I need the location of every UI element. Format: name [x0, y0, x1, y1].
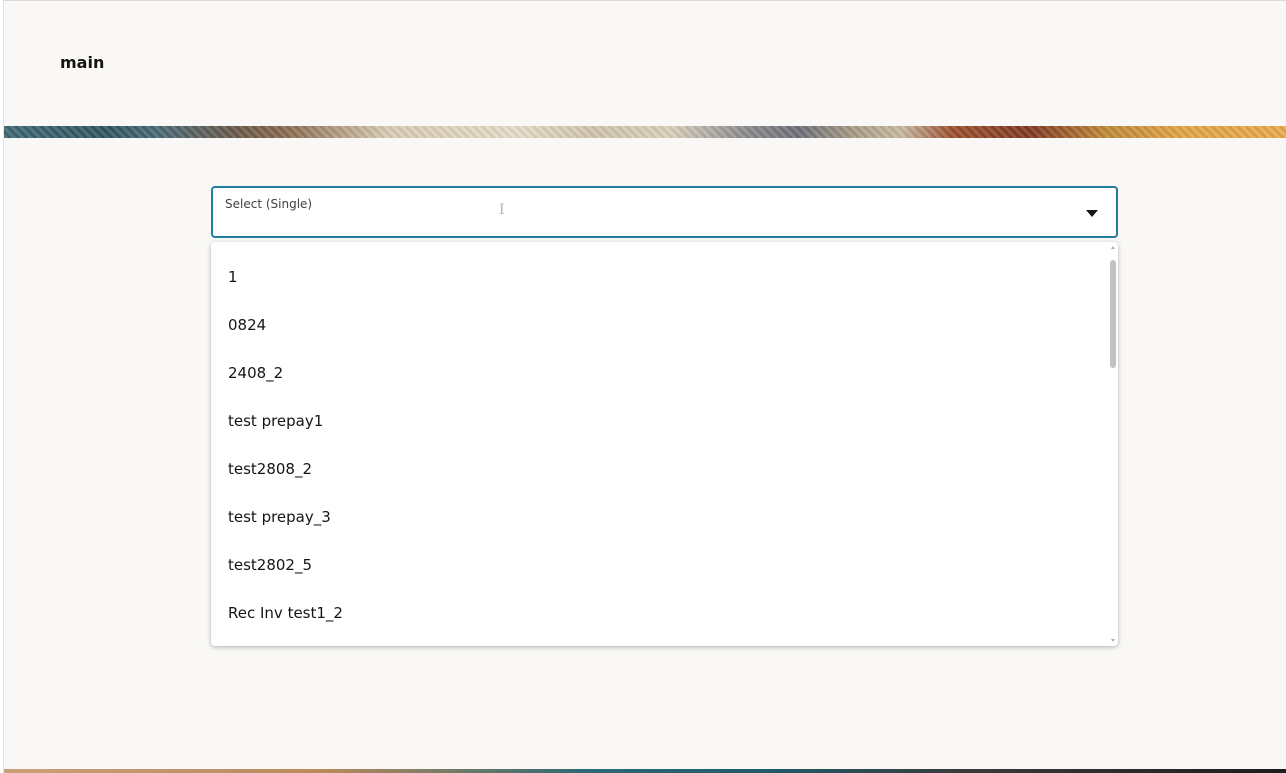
dropdown-option[interactable]: 2408_2 [211, 349, 1106, 397]
decorative-bottom-strip [4, 769, 1286, 773]
scrollbar-thumb[interactable] [1110, 260, 1116, 368]
dropdown-option[interactable]: 0824 [211, 301, 1106, 349]
single-select-field[interactable]: Select (Single) I [211, 186, 1118, 238]
text-cursor-icon: I [499, 202, 505, 218]
listbox-scrollbar[interactable] [1109, 246, 1117, 642]
dropdown-option[interactable]: test prepay1 [211, 397, 1106, 445]
page-title: main [60, 53, 105, 72]
dropdown-listbox: 1 0824 2408_2 test prepay1 test2808_2 te… [211, 242, 1118, 646]
dropdown-option[interactable]: Rec Inv test1_2 [211, 589, 1106, 637]
caret-down-icon[interactable] [1086, 210, 1098, 217]
page-header: main [4, 1, 1286, 126]
scroll-up-arrow-icon[interactable] [1111, 246, 1115, 249]
select-label: Select (Single) [225, 197, 313, 211]
dropdown-option[interactable]: test prepay_3 [211, 493, 1106, 541]
dropdown-option[interactable]: test2808_2 [211, 445, 1106, 493]
dropdown-option[interactable]: test2802_5 [211, 541, 1106, 589]
scroll-down-arrow-icon[interactable] [1111, 639, 1115, 642]
decorative-banner-texture [4, 126, 1286, 138]
dropdown-option[interactable]: 1 [211, 253, 1106, 301]
